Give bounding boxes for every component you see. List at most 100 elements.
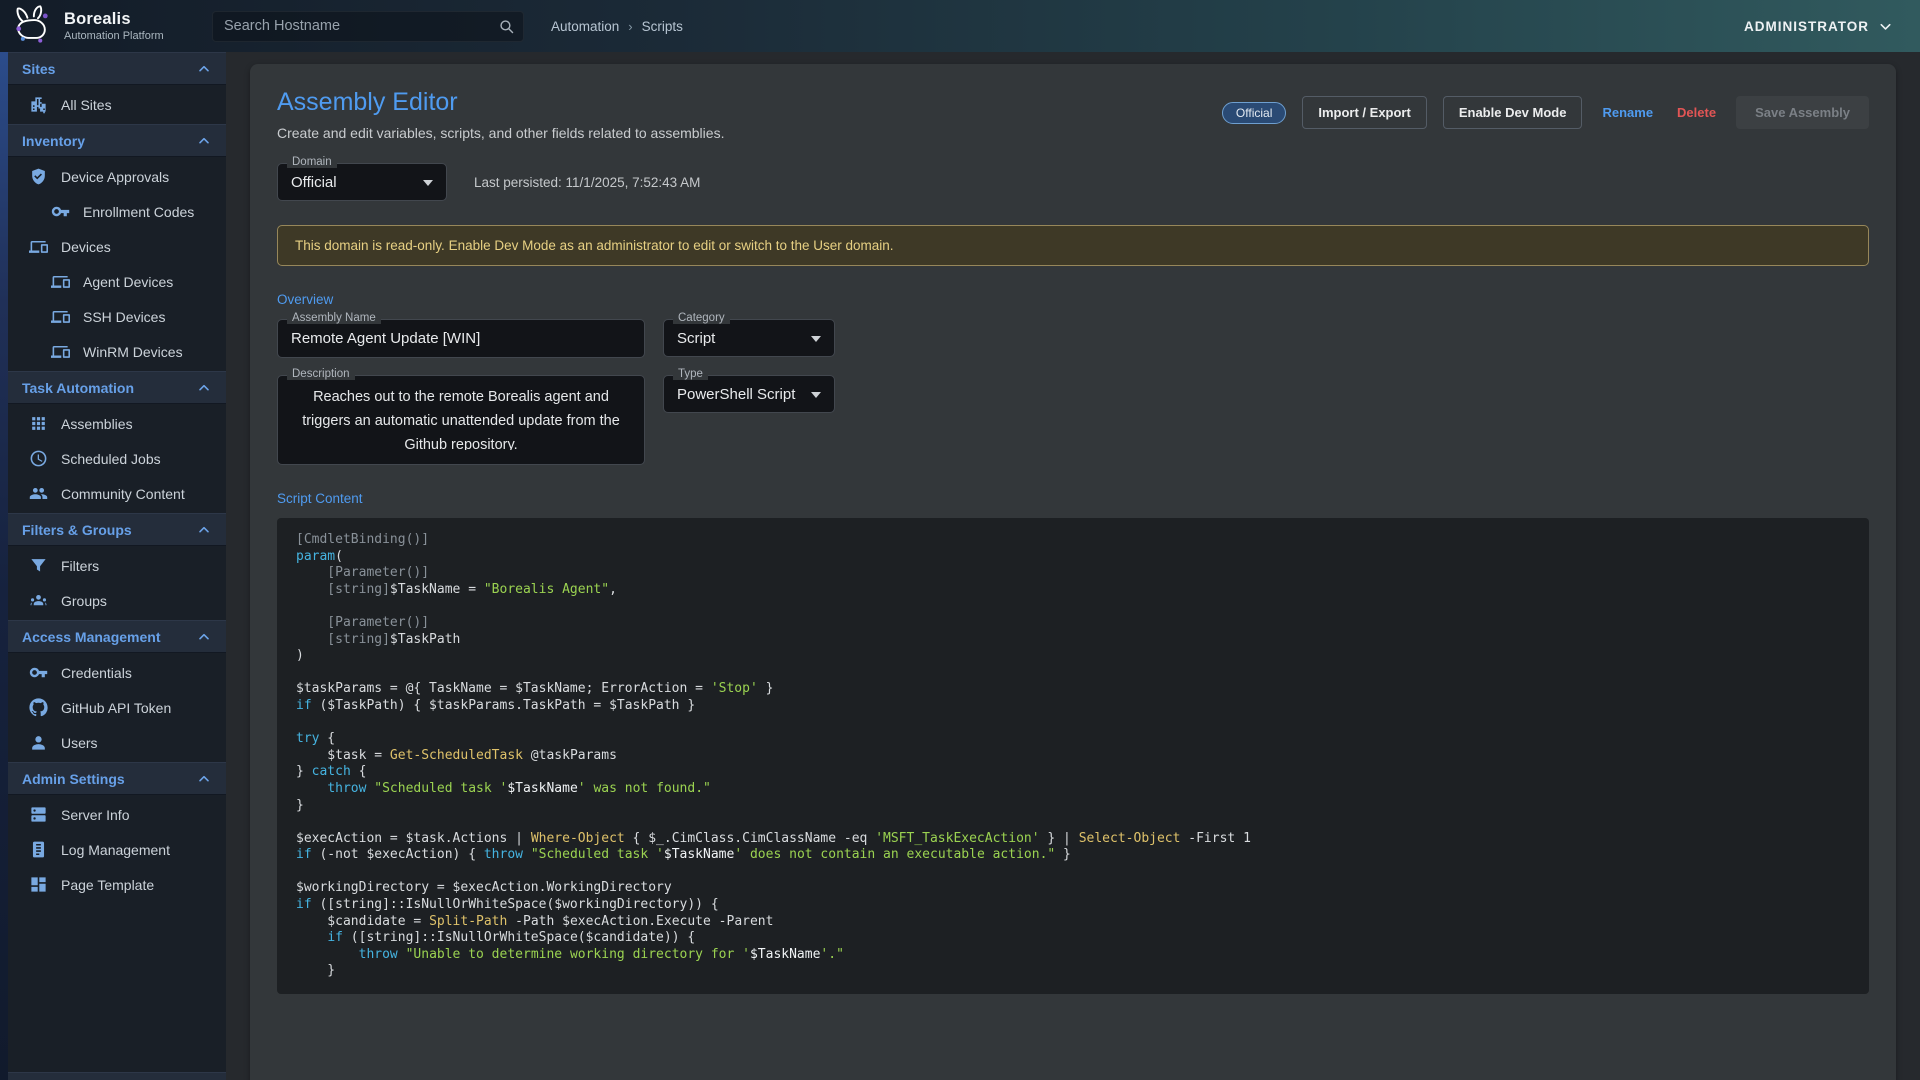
- code-line: ): [296, 648, 304, 663]
- chevron-up-icon: [196, 61, 212, 77]
- sidebar-item-page-template[interactable]: Page Template: [8, 867, 226, 902]
- code-line: }: [296, 798, 304, 813]
- groups-icon: [29, 591, 48, 610]
- sidebar-section-label: Access Management: [22, 629, 161, 645]
- code-line: param(: [296, 549, 343, 564]
- last-persisted-text: Last persisted: 11/1/2025, 7:52:43 AM: [474, 175, 700, 190]
- sidebar-item-groups[interactable]: Groups: [8, 583, 226, 618]
- sidebar-section-inventory[interactable]: Inventory: [8, 124, 226, 157]
- code-line: $workingDirectory = $execAction.WorkingD…: [296, 880, 672, 895]
- sidebar-item-label: Users: [61, 735, 98, 751]
- key-icon: [51, 202, 70, 221]
- sidebar-item-github-api-token[interactable]: GitHub API Token: [8, 690, 226, 725]
- github-icon: [29, 698, 48, 717]
- category-select[interactable]: Category Script: [663, 319, 835, 357]
- sidebar-item-log-management[interactable]: Log Management: [8, 832, 226, 867]
- sidebar-item-label: Device Approvals: [61, 169, 169, 185]
- sidebar-section-task-automation[interactable]: Task Automation: [8, 371, 226, 404]
- breadcrumb-separator: ›: [628, 19, 632, 34]
- category-label: Category: [673, 312, 730, 324]
- search-input[interactable]: [212, 11, 524, 42]
- code-line: if ([string]::IsNullOrWhiteSpace($workin…: [296, 897, 719, 912]
- import-export-button[interactable]: Import / Export: [1302, 96, 1426, 129]
- sidebar-item-label: Scheduled Jobs: [61, 451, 161, 467]
- sidebar-item-ssh-devices[interactable]: SSH Devices: [8, 299, 226, 334]
- user-menu-label: ADMINISTRATOR: [1744, 19, 1869, 34]
- sidebar-item-server-info[interactable]: Server Info: [8, 797, 226, 832]
- sidebar-item-assemblies[interactable]: Assemblies: [8, 406, 226, 441]
- sidebar-item-device-approvals[interactable]: Device Approvals: [8, 159, 226, 194]
- sidebar-item-label: Community Content: [61, 486, 185, 502]
- sidebar-section-access-management[interactable]: Access Management: [8, 620, 226, 653]
- sidebar-item-filters[interactable]: Filters: [8, 548, 226, 583]
- code-line: [string]$TaskName = "Borealis Agent",: [296, 582, 617, 597]
- sidebar-item-all-sites[interactable]: All Sites: [8, 87, 226, 122]
- description-label: Description: [287, 368, 355, 380]
- code-line: throw "Scheduled task '$TaskName' was no…: [296, 781, 711, 796]
- sidebar-item-label: Agent Devices: [83, 274, 173, 290]
- save-assembly-button[interactable]: Save Assembly: [1736, 96, 1869, 129]
- sidebar-item-label: Assemblies: [61, 416, 133, 432]
- devices-icon: [29, 237, 48, 256]
- template-icon: [29, 875, 48, 894]
- log-icon: [29, 840, 48, 859]
- code-line: } catch {: [296, 764, 366, 779]
- sidebar-section-label: Task Automation: [22, 380, 134, 396]
- user-menu[interactable]: ADMINISTRATOR: [1744, 18, 1894, 35]
- code-line: $task = Get-ScheduledTask @taskParams: [296, 748, 617, 763]
- sidebar-section-label: Admin Settings: [22, 771, 125, 787]
- sidebar-section-filters-groups[interactable]: Filters & Groups: [8, 513, 226, 546]
- code-line: if ($TaskPath) { $taskParams.TaskPath = …: [296, 698, 695, 713]
- sidebar-item-enrollment-codes[interactable]: Enrollment Codes: [8, 194, 226, 229]
- sidebar-item-scheduled-jobs[interactable]: Scheduled Jobs: [8, 441, 226, 476]
- assembly-name-field[interactable]: Assembly Name: [277, 319, 645, 358]
- sidebar-item-credentials[interactable]: Credentials: [8, 655, 226, 690]
- breadcrumb-item-scripts[interactable]: Scripts: [642, 19, 683, 34]
- brand[interactable]: Borealis Automation Platform: [10, 4, 212, 48]
- clock-icon: [29, 449, 48, 468]
- filter-icon: [29, 556, 48, 575]
- domain-select[interactable]: Domain Official: [277, 163, 447, 201]
- page-title: Assembly Editor: [277, 88, 724, 117]
- chevron-up-icon: [196, 629, 212, 645]
- people-icon: [29, 484, 48, 503]
- description-input[interactable]: Reaches out to the remote Borealis agent…: [291, 386, 631, 450]
- devices-icon: [51, 342, 70, 361]
- sidebar-item-label: GitHub API Token: [61, 700, 171, 716]
- sidebar-item-label: WinRM Devices: [83, 344, 183, 360]
- code-line: [Parameter()]: [296, 615, 429, 630]
- sidebar-item-agent-devices[interactable]: Agent Devices: [8, 264, 226, 299]
- sidebar-item-label: Credentials: [61, 665, 132, 681]
- assembly-editor-panel: Assembly Editor Create and edit variable…: [250, 64, 1896, 1080]
- sidebar-item-devices[interactable]: Devices: [8, 229, 226, 264]
- code-line: if ([string]::IsNullOrWhiteSpace($candid…: [296, 930, 695, 945]
- dropdown-caret-icon: [811, 336, 821, 342]
- assembly-name-input[interactable]: [291, 330, 631, 347]
- code-line: [string]$TaskPath: [296, 632, 460, 647]
- sidebar-item-winrm-devices[interactable]: WinRM Devices: [8, 334, 226, 369]
- sidebar-item-label: SSH Devices: [83, 309, 165, 325]
- overview-section-label: Overview: [277, 292, 1869, 307]
- topbar: Borealis Automation Platform Automation …: [0, 0, 1920, 52]
- code-line: throw "Unable to determine working direc…: [296, 947, 844, 962]
- enable-dev-mode-button[interactable]: Enable Dev Mode: [1443, 96, 1583, 129]
- sidebar-item-label: Enrollment Codes: [83, 204, 194, 220]
- description-field[interactable]: Description Reaches out to the remote Bo…: [277, 375, 645, 465]
- server-icon: [29, 805, 48, 824]
- breadcrumb-item-automation[interactable]: Automation: [551, 19, 619, 34]
- brand-subtitle: Automation Platform: [64, 30, 164, 42]
- devices-icon: [51, 272, 70, 291]
- search-icon[interactable]: [498, 18, 515, 35]
- script-content-section-label: Script Content: [277, 491, 1869, 506]
- delete-button[interactable]: Delete: [1673, 99, 1720, 126]
- sidebar-section-admin-settings[interactable]: Admin Settings: [8, 762, 226, 795]
- rename-button[interactable]: Rename: [1598, 99, 1657, 126]
- sidebar-item-label: Server Info: [61, 807, 129, 823]
- script-editor[interactable]: [CmdletBinding()] param( [Parameter()] […: [277, 518, 1869, 994]
- sidebar-item-users[interactable]: Users: [8, 725, 226, 760]
- type-select[interactable]: Type PowerShell Script: [663, 375, 835, 413]
- sidebar-item-community-content[interactable]: Community Content: [8, 476, 226, 511]
- sidebar-section-sites[interactable]: Sites: [8, 52, 226, 85]
- sidebar-section-label: Filters & Groups: [22, 522, 132, 538]
- editor-actions: Official Import / Export Enable Dev Mode…: [1222, 88, 1869, 129]
